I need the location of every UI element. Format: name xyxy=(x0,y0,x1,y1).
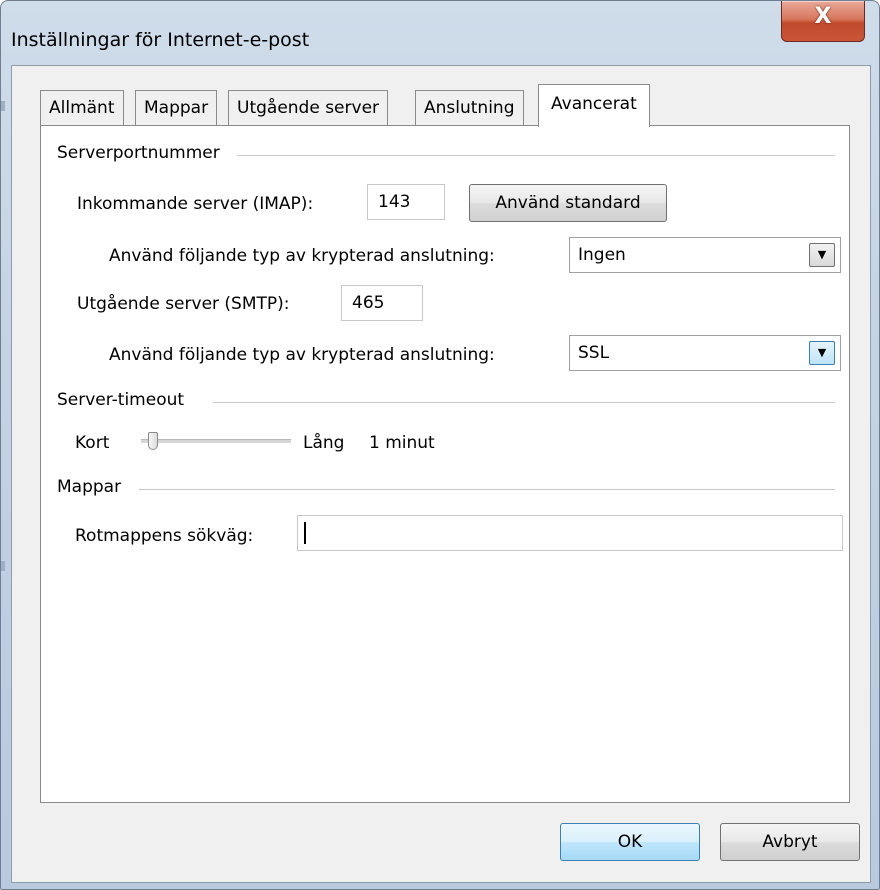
incoming-port-field[interactable]: 143 xyxy=(367,184,445,220)
close-button[interactable]: X xyxy=(781,1,865,42)
incoming-encryption-value: Ingen xyxy=(578,245,626,265)
outgoing-encryption-select[interactable]: SSL ▼ xyxy=(569,335,841,371)
tab-panel-avancerat: Serverportnummer Inkommande server (IMAP… xyxy=(40,125,850,803)
tab-allmant[interactable]: Allmänt xyxy=(40,90,124,125)
timeout-long-label: Lång xyxy=(303,433,345,453)
tab-anslutning[interactable]: Anslutning xyxy=(415,90,524,125)
text-caret xyxy=(304,522,306,544)
group-serverportnummer: Serverportnummer xyxy=(57,143,226,163)
timeout-value: 1 minut xyxy=(369,433,435,453)
window-edge-mark xyxy=(1,561,5,571)
root-path-field[interactable] xyxy=(297,515,843,551)
incoming-encryption-select[interactable]: Ingen ▼ xyxy=(569,237,841,273)
outgoing-server-label: Utgående server (SMTP): xyxy=(77,294,290,314)
incoming-encryption-label: Använd följande typ av krypterad anslutn… xyxy=(109,246,495,266)
group-server-timeout: Server-timeout xyxy=(57,390,191,410)
dialog-client-area: Allmänt Mappar Utgående server Anslutnin… xyxy=(11,65,871,883)
group-divider xyxy=(139,489,835,490)
slider-thumb[interactable] xyxy=(148,432,158,450)
tab-utgaende-server[interactable]: Utgående server xyxy=(228,90,389,125)
timeout-slider[interactable] xyxy=(141,430,291,454)
title-bar[interactable]: Inställningar för Internet-e-post X xyxy=(1,1,879,65)
outgoing-encryption-value: SSL xyxy=(578,343,610,363)
root-path-label: Rotmappens sökväg: xyxy=(75,526,254,546)
slider-track xyxy=(141,439,291,443)
group-divider xyxy=(213,402,835,403)
incoming-server-label: Inkommande server (IMAP): xyxy=(77,194,314,214)
close-icon: X xyxy=(814,4,832,29)
tab-mappar[interactable]: Mappar xyxy=(135,90,218,125)
outgoing-encryption-label: Använd följande typ av krypterad anslutn… xyxy=(109,345,495,365)
outgoing-port-field[interactable]: 465 xyxy=(341,285,423,321)
dialog-window: Inställningar för Internet-e-post X Allm… xyxy=(0,0,880,890)
group-divider xyxy=(237,155,835,156)
window-title: Inställningar för Internet-e-post xyxy=(11,29,310,51)
tab-avancerat[interactable]: Avancerat xyxy=(538,84,650,127)
group-mappar: Mappar xyxy=(57,477,128,497)
chevron-down-icon: ▼ xyxy=(809,341,835,365)
use-default-button[interactable]: Använd standard xyxy=(469,184,667,222)
tab-strip: Allmänt Mappar Utgående server Anslutnin… xyxy=(40,84,840,127)
ok-button[interactable]: OK xyxy=(560,823,700,861)
chevron-down-icon: ▼ xyxy=(809,243,835,267)
window-edge-mark xyxy=(1,101,5,111)
cancel-button[interactable]: Avbryt xyxy=(720,823,860,861)
timeout-short-label: Kort xyxy=(75,433,110,453)
